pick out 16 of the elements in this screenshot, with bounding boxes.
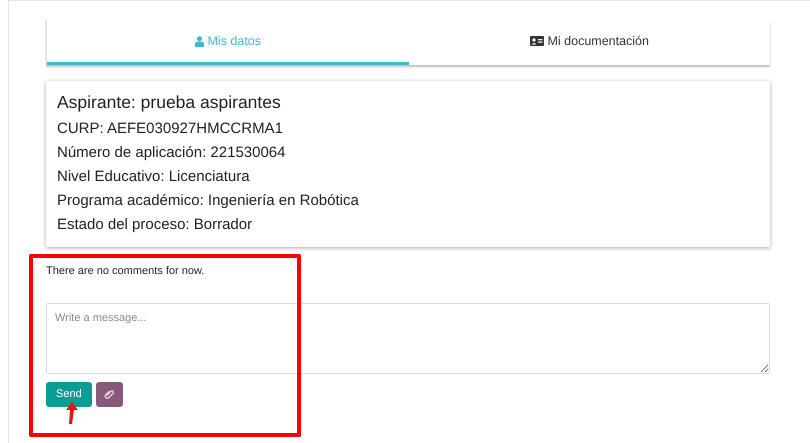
id-card-icon: [530, 36, 544, 46]
applicant-title: Aspirante: prueba aspirantes: [57, 91, 282, 113]
info-line: Nivel Educativo: Licenciatura: [57, 167, 251, 187]
pointer-arrow-icon: [65, 402, 79, 425]
info-line: CURP: AEFE030927HMCCRMA1: [57, 119, 284, 139]
send-button[interactable]: Send: [46, 382, 92, 406]
info-line: Programa académico: Ingeniería en Robótica: [57, 191, 360, 211]
tab[interactable]: Mi documentación: [408, 20, 770, 65]
tab[interactable]: Mis datos: [47, 20, 408, 65]
message-field[interactable]: Write a message...: [46, 302, 770, 374]
info-line: Estado del proceso: Borrador: [57, 215, 254, 235]
paperclip-icon: [104, 388, 115, 400]
attach-button[interactable]: [96, 382, 123, 406]
no-comments-text: There are no comments for now.: [46, 264, 206, 279]
info-line: Número de aplicación: 221530064: [57, 143, 286, 163]
user-icon: [194, 36, 204, 46]
